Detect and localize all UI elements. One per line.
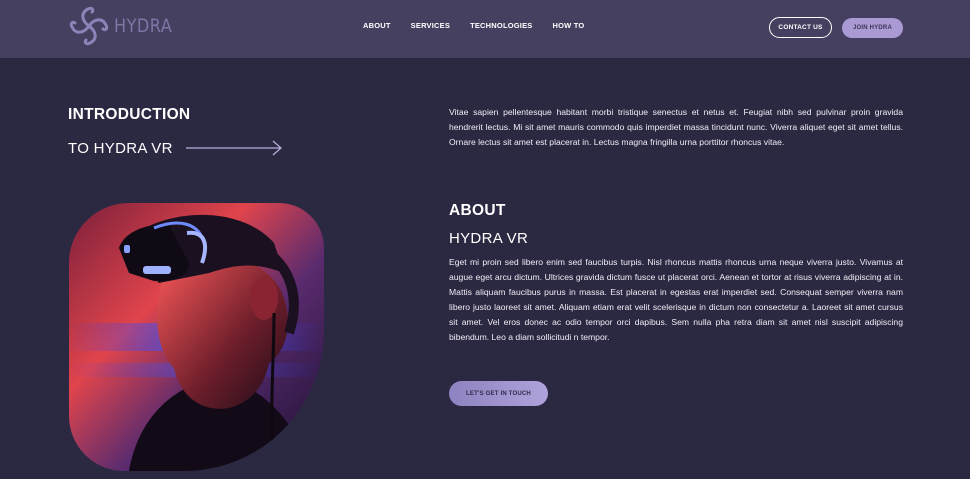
- nav-about[interactable]: ABOUT: [363, 21, 391, 30]
- nav-technologies[interactable]: TECHNOLOGIES: [470, 21, 532, 30]
- main-nav: ABOUT SERVICES TECHNOLOGIES HOW TO: [363, 21, 604, 30]
- nav-services[interactable]: SERVICES: [411, 21, 450, 30]
- logo[interactable]: HYDRA: [68, 4, 182, 48]
- top-navbar: HYDRA ABOUT SERVICES TECHNOLOGIES HOW TO…: [0, 0, 970, 58]
- contact-us-button[interactable]: CONTACT US: [769, 17, 832, 38]
- get-in-touch-button[interactable]: LET'S GET IN TOUCH: [449, 381, 548, 406]
- logo-text: HYDRA: [114, 15, 173, 37]
- join-hydra-button[interactable]: JOIN HYDRA: [842, 18, 903, 38]
- about-title: ABOUT: [449, 202, 506, 219]
- intro-paragraph: Vitae sapien pellentesque habitant morbi…: [449, 107, 903, 148]
- vr-headset-image: [69, 203, 324, 471]
- about-paragraph: Eget mi proin sed libero enim sed faucib…: [449, 257, 903, 343]
- arrow-right-icon: [186, 140, 282, 156]
- intro-subtitle: TO HYDRA VR: [68, 140, 173, 157]
- intro-title: INTRODUCTION: [68, 106, 191, 123]
- about-subtitle: HYDRA VR: [449, 230, 529, 247]
- hydra-logo-icon: [69, 6, 109, 46]
- nav-how-to[interactable]: HOW TO: [552, 21, 584, 30]
